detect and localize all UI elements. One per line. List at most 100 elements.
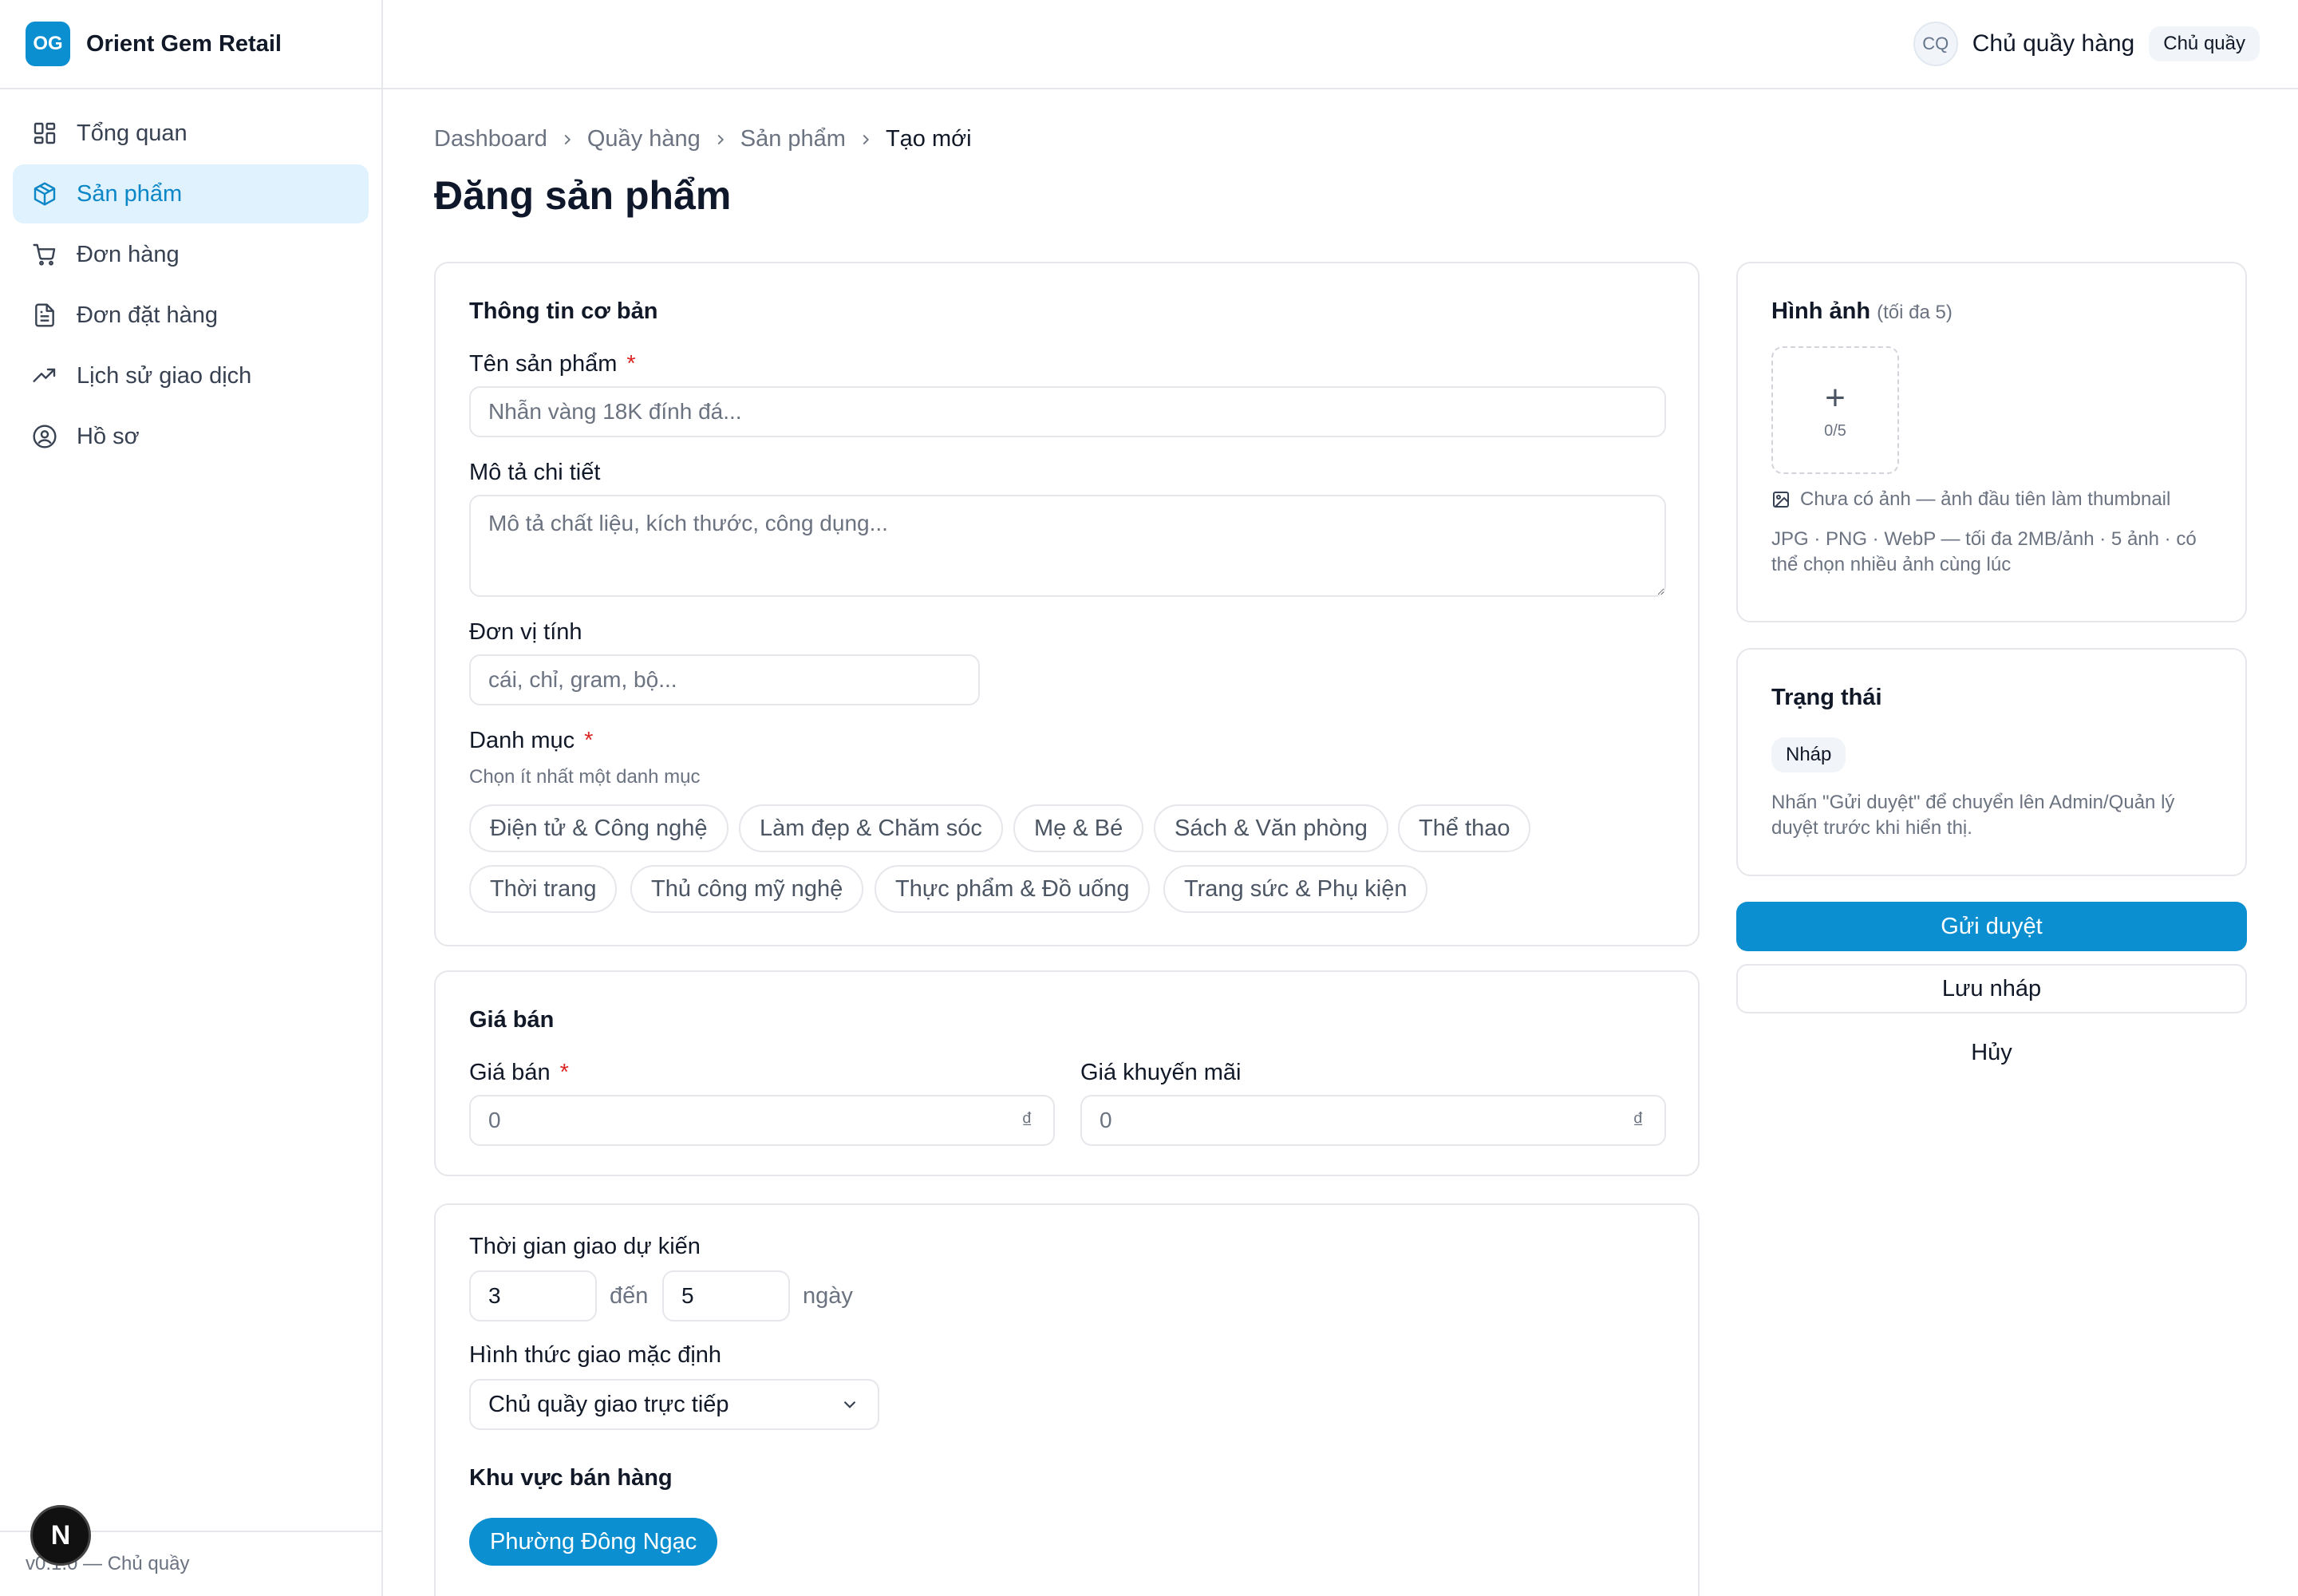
delivery-to-input[interactable] bbox=[662, 1270, 790, 1321]
card-title-text: Hình ảnh bbox=[1771, 298, 1871, 324]
unit-label: Đơn vị tính bbox=[469, 619, 582, 645]
delivery-unit: ngày bbox=[803, 1283, 853, 1309]
chevron-right-icon bbox=[564, 134, 571, 144]
images-title: Hình ảnh (tối đa 5) bbox=[1771, 298, 1953, 325]
category-chip[interactable]: Sách & Văn phòng bbox=[1154, 804, 1388, 852]
category-chip[interactable]: Thời trang bbox=[469, 865, 618, 913]
delivery-time-label: Thời gian giao dự kiến bbox=[469, 1234, 701, 1259]
label-text: Tên sản phẩm bbox=[469, 351, 618, 377]
breadcrumb-products[interactable]: Sản phẩm bbox=[740, 126, 846, 152]
promo-price-label: Giá khuyến mãi bbox=[1080, 1060, 1242, 1085]
pricing-card: Giá bán Giá bán * ₫ Giá khuyến mãi ₫ bbox=[434, 970, 1700, 1176]
breadcrumb: Dashboard Quầy hàng Sản phẩm Tạo mới bbox=[434, 126, 972, 152]
unit-input[interactable] bbox=[469, 654, 980, 705]
card-title: Giá bán bbox=[469, 1007, 555, 1033]
sidebar-item-label: Lịch sử giao dịch bbox=[77, 362, 252, 389]
sidebar-item-label: Đơn đặt hàng bbox=[77, 302, 219, 328]
category-chip[interactable]: Trang sức & Phụ kiện bbox=[1163, 865, 1428, 913]
sidebar-item-label: Hồ sơ bbox=[77, 423, 140, 449]
label-text: Danh mục bbox=[469, 728, 575, 753]
chevron-right-icon bbox=[863, 134, 870, 144]
required-mark: * bbox=[584, 728, 594, 753]
required-mark: * bbox=[626, 351, 636, 377]
status-description: Nhấn "Gửi duyệt" để chuyển lên Admin/Quả… bbox=[1771, 792, 2175, 839]
category-label: Danh mục * bbox=[469, 728, 593, 754]
category-chip[interactable]: Làm đẹp & Chăm sóc bbox=[739, 804, 1003, 852]
sidebar-item-transactions[interactable]: Lịch sử giao dịch bbox=[13, 346, 369, 405]
description-textarea[interactable] bbox=[469, 495, 1666, 597]
price-input[interactable] bbox=[469, 1095, 1055, 1146]
promo-price-input[interactable] bbox=[1080, 1095, 1666, 1146]
sidebar-item-overview[interactable]: Tổng quan bbox=[13, 104, 369, 163]
cart-icon bbox=[33, 243, 56, 266]
topbar: CQ Chủ quầy hàng Chủ quầy bbox=[383, 0, 2298, 89]
save-draft-button[interactable]: Lưu nháp bbox=[1736, 964, 2247, 1013]
brand-name: Orient Gem Retail bbox=[86, 30, 282, 57]
sidebar-item-orders[interactable]: Đơn hàng bbox=[13, 225, 369, 284]
image-format-hint: JPG · PNG · WebP — tối đa 2MB/ảnh · 5 ản… bbox=[1771, 528, 2197, 575]
trending-icon bbox=[33, 368, 56, 382]
images-subtitle: (tối đa 5) bbox=[1877, 302, 1953, 323]
delivery-to-word: đến bbox=[610, 1283, 649, 1309]
image-empty-note: Chưa có ảnh — ảnh đầu tiên làm thumbnail bbox=[1771, 488, 2170, 511]
image-empty-text: Chưa có ảnh — ảnh đầu tiên làm thumbnail bbox=[1800, 488, 2171, 510]
cancel-button[interactable]: Hủy bbox=[1736, 1028, 2247, 1077]
delivery-method-select[interactable]: Chủ quầy giao trực tiếp bbox=[469, 1379, 879, 1430]
brand-logo: OG bbox=[26, 22, 70, 66]
region-label: Khu vực bán hàng bbox=[469, 1465, 673, 1491]
next-dev-badge[interactable]: N bbox=[30, 1505, 91, 1566]
select-value: Chủ quầy giao trực tiếp bbox=[488, 1391, 729, 1417]
chevron-right-icon bbox=[717, 134, 724, 144]
sidebar-item-purchase-orders[interactable]: Đơn đặt hàng bbox=[13, 286, 369, 345]
category-chip[interactable]: Thực phẩm & Đồ uống bbox=[875, 865, 1151, 913]
user-name[interactable]: Chủ quầy hàng bbox=[1972, 30, 2135, 57]
sidebar-item-label: Tổng quan bbox=[77, 120, 188, 146]
price-label: Giá bán * bbox=[469, 1060, 569, 1086]
category-chip[interactable]: Thể thao bbox=[1398, 804, 1531, 852]
plus-icon: + bbox=[1825, 377, 1846, 417]
category-chip[interactable]: Điện tử & Công nghệ bbox=[469, 804, 728, 852]
status-badge: Nháp bbox=[1771, 737, 1846, 772]
description-label: Mô tả chi tiết bbox=[469, 460, 601, 485]
page-title: Đăng sản phẩm bbox=[434, 173, 732, 218]
delivery-from-input[interactable] bbox=[469, 1270, 597, 1321]
breadcrumb-dashboard[interactable]: Dashboard bbox=[434, 126, 547, 152]
status-card: Trạng thái Nháp Nhấn "Gửi duyệt" để chuy… bbox=[1736, 648, 2247, 876]
document-icon bbox=[35, 303, 54, 327]
currency-suffix: ₫ bbox=[1633, 1108, 1645, 1132]
avatar[interactable]: CQ bbox=[1913, 22, 1958, 66]
image-count: 0/5 bbox=[1824, 421, 1846, 440]
sidebar-item-label: Đơn hàng bbox=[77, 241, 180, 267]
category-chip[interactable]: Thủ công mỹ nghệ bbox=[630, 865, 864, 913]
basic-info-card: Thông tin cơ bản Tên sản phẩm * Mô tả chi… bbox=[434, 262, 1700, 946]
image-icon bbox=[1773, 492, 1789, 508]
region-chip-selected[interactable]: Phường Đông Ngạc bbox=[469, 1518, 718, 1566]
required-mark: * bbox=[559, 1060, 569, 1085]
currency-suffix: ₫ bbox=[1021, 1108, 1033, 1132]
category-chip[interactable]: Mẹ & Bé bbox=[1013, 804, 1144, 852]
category-hint: Chọn ít nhất một danh mục bbox=[469, 766, 701, 788]
submit-review-button[interactable]: Gửi duyệt bbox=[1736, 902, 2247, 951]
sidebar-nav: Tổng quan Sản phẩm Đơn hàng Đơn đặt hàng… bbox=[0, 89, 381, 482]
package-icon bbox=[34, 182, 56, 206]
sidebar: OG Orient Gem Retail Tổng quan Sản phẩm … bbox=[0, 0, 383, 1596]
product-name-input[interactable] bbox=[469, 386, 1666, 437]
sidebar-item-profile[interactable]: Hồ sơ bbox=[13, 407, 369, 466]
product-name-label: Tên sản phẩm * bbox=[469, 351, 636, 377]
card-title: Thông tin cơ bản bbox=[469, 298, 658, 324]
delivery-card: Thời gian giao dự kiến đến ngày Hình thứ… bbox=[434, 1203, 1700, 1596]
role-badge: Chủ quầy bbox=[2149, 26, 2260, 61]
image-upload-button[interactable]: + 0/5 bbox=[1771, 346, 1899, 474]
label-text: Giá bán bbox=[469, 1060, 551, 1085]
brand[interactable]: OG Orient Gem Retail bbox=[0, 0, 381, 89]
chevron-down-icon bbox=[843, 1400, 856, 1408]
images-card: Hình ảnh (tối đa 5) + 0/5 Chưa có ảnh — … bbox=[1736, 262, 2247, 622]
sidebar-item-label: Sản phẩm bbox=[77, 180, 183, 207]
breadcrumb-store[interactable]: Quầy hàng bbox=[587, 126, 701, 152]
breadcrumb-current: Tạo mới bbox=[885, 126, 972, 152]
sidebar-item-products[interactable]: Sản phẩm bbox=[13, 164, 369, 223]
delivery-method-label: Hình thức giao mặc định bbox=[469, 1342, 722, 1368]
dashboard-icon bbox=[34, 122, 56, 144]
user-circle-icon bbox=[33, 425, 57, 448]
card-title: Trạng thái bbox=[1771, 685, 1882, 710]
